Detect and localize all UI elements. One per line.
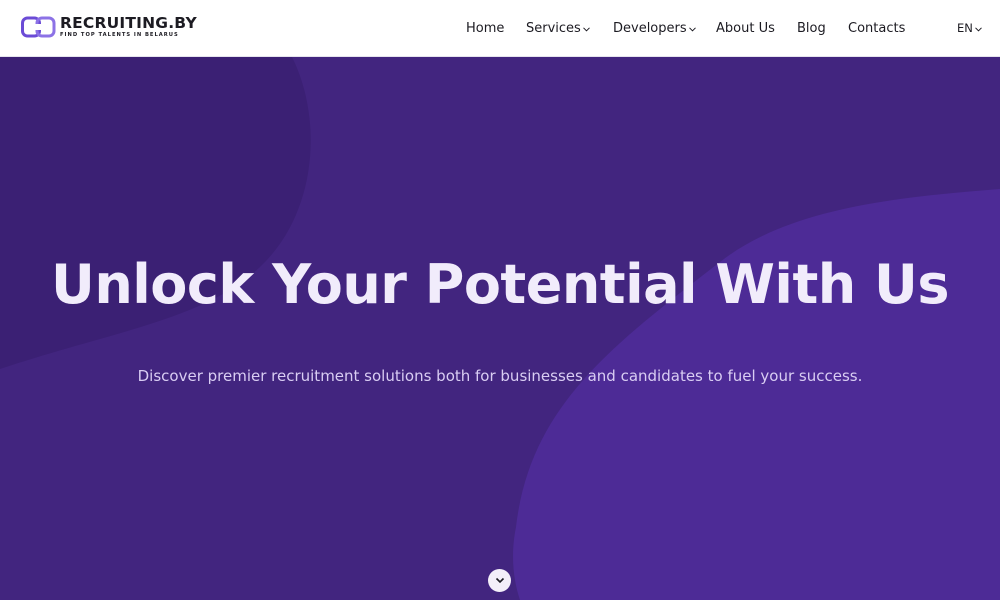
nav-item-developers[interactable]: Developers <box>613 19 696 37</box>
nav-item-about-us-label: About Us <box>716 20 775 36</box>
language-selector-label: EN <box>957 21 973 35</box>
chevron-down-icon <box>688 26 696 32</box>
hero-subtitle: Discover premier recruitment solutions b… <box>137 367 863 385</box>
nav-item-services-label: Services <box>526 20 581 36</box>
hero-background-shapes <box>0 57 1000 600</box>
nav-item-home-label: Home <box>466 20 505 36</box>
site-header: RECRUITING.BY FIND TOP TALENTS IN BELARU… <box>0 0 1000 57</box>
nav-item-developers-label: Developers <box>613 20 687 36</box>
language-selector[interactable]: EN <box>957 19 982 37</box>
chevron-down-icon <box>582 26 590 32</box>
hero-title: Unlock Your Potential With Us <box>51 253 950 316</box>
nav-item-blog-label: Blog <box>797 20 826 36</box>
chevron-down-icon <box>975 26 982 32</box>
nav-item-home[interactable]: Home <box>466 19 504 37</box>
nav-item-contacts-label: Contacts <box>848 20 906 36</box>
nav-item-contacts[interactable]: Contacts <box>848 19 905 37</box>
nav-item-about-us[interactable]: About Us <box>716 19 775 37</box>
hero-shape-light <box>513 189 1000 600</box>
chevron-down-icon <box>495 577 504 584</box>
nav-item-blog[interactable]: Blog <box>797 19 826 37</box>
hero-section: Unlock Your Potential With Us Discover p… <box>0 57 1000 600</box>
nav-item-services[interactable]: Services <box>526 19 590 37</box>
scroll-down-button[interactable] <box>488 569 511 592</box>
main-nav: Home Services Developers About Us Blog C… <box>0 0 1000 56</box>
hero-shape-dark <box>0 57 311 369</box>
